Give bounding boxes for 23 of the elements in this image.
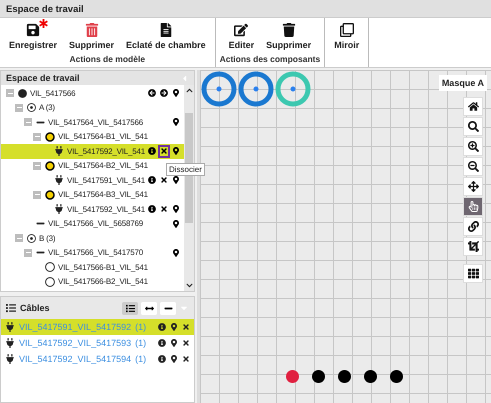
tree-item-label: B (3) [39, 234, 56, 243]
panel-title: Câbles [20, 303, 50, 313]
tree-item-label: VIL_5417566_VIL_5417570 [48, 248, 144, 258]
group-caption: Actions des composants [220, 54, 320, 64]
tree-item-label: VIL_5417566_VIL_5658769 [48, 219, 144, 228]
tooltip: Dissocier [166, 163, 205, 176]
cable-count: (1) [135, 322, 146, 332]
panel-title: Espace de travail [6, 73, 80, 83]
tree-item-label: VIL_5417592_VIL_541 [67, 146, 146, 156]
tree-item-label: VIL_5417564_VIL_5417566 [48, 118, 144, 127]
tree-item-label: VIL_5417564-B1_VIL_541 [58, 132, 149, 142]
tree-item-label: A (3) [39, 103, 56, 112]
tree-item-label: VIL_5417566-B1_VIL_541 [58, 262, 149, 272]
tree-item-label: VIL_5417591_VIL_541 [67, 176, 146, 185]
window-title: Espace de travail [0, 0, 491, 18]
tree-item-label: VIL_5417564-B3_VIL_541 [58, 190, 149, 200]
cable-count: (1) [135, 338, 146, 348]
tree-item-label: VIL_5417592_VIL_541 [67, 204, 146, 214]
cable-count: (1) [135, 354, 146, 364]
group-caption: Actions de modèle [70, 54, 146, 64]
tree-item-label: VIL_5417566 [30, 88, 76, 98]
tree-item-label: VIL_5417566-B2_VIL_541 [58, 277, 149, 286]
mask-label: Masque A [438, 75, 487, 91]
